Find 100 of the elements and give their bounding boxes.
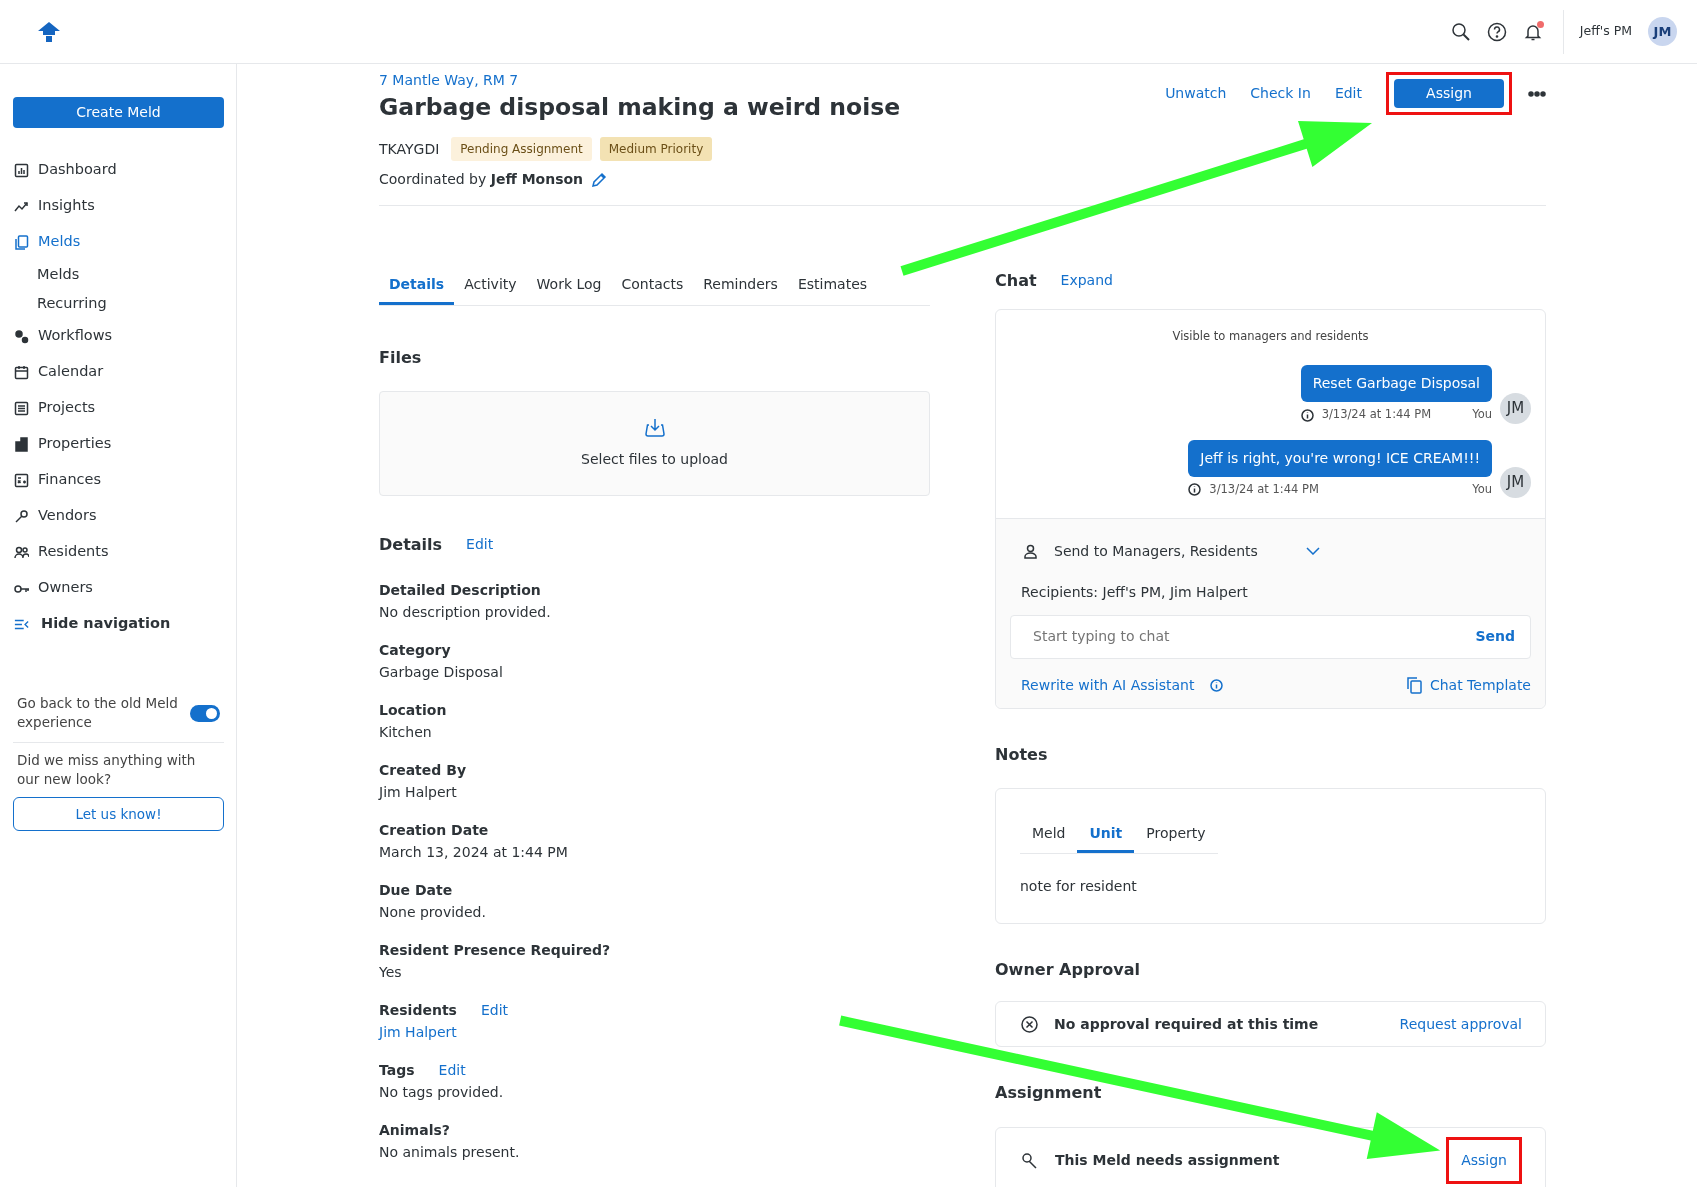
tab[interactable]: Unit (1077, 819, 1135, 854)
info-icon[interactable] (1188, 482, 1202, 496)
search-icon[interactable] (1450, 21, 1471, 42)
nav-icon (14, 162, 29, 178)
message-sender: You (1472, 406, 1492, 424)
info-icon[interactable] (1300, 408, 1314, 422)
nav-icon (14, 234, 29, 250)
expand-link[interactable]: Expand (1060, 270, 1113, 292)
recipient-dropdown[interactable]: Send to Managers, Residents (1010, 540, 1320, 562)
avatar: JM (1500, 466, 1531, 498)
feedback-button[interactable]: Let us know! (13, 797, 224, 831)
message-sender: You (1472, 480, 1492, 498)
upload-area[interactable]: Select files to upload (379, 391, 930, 497)
field-label: Tags (379, 1061, 415, 1081)
sidebar-item[interactable]: Vendors (13, 498, 224, 534)
tab[interactable]: Property (1134, 819, 1218, 854)
logo-icon[interactable] (38, 21, 60, 42)
avatar: JM (1648, 17, 1677, 46)
chat-input[interactable]: Start typing to chat Send (1010, 614, 1531, 659)
message-time: 3/13/24 at 1:44 PM (1209, 480, 1319, 498)
account-name: Jeff's PM (1579, 22, 1632, 41)
chat-message: Jeff is right, you're wrong! ICE CREAM!!! (1188, 439, 1492, 477)
message-time: 3/13/24 at 1:44 PM (1321, 406, 1432, 424)
edit-link[interactable]: Edit (480, 999, 509, 1021)
field-value: None provided. (379, 903, 487, 923)
nav-icon (14, 544, 29, 560)
chat-template-link[interactable]: Chat Template (1405, 674, 1531, 696)
send-button[interactable]: Send (1475, 626, 1515, 648)
nav-icon (14, 400, 29, 416)
sidebar-item[interactable]: Owners (13, 570, 224, 606)
tab[interactable]: Reminders (693, 268, 788, 306)
sidebar-item[interactable]: Insights (13, 188, 224, 224)
edit-link[interactable]: Edit (466, 534, 494, 556)
sidebar-subitem[interactable]: Melds (13, 260, 224, 289)
action-link[interactable]: Edit (1334, 83, 1362, 104)
upload-text: Select files to upload (581, 450, 728, 470)
tab[interactable]: Meld (1020, 819, 1078, 854)
field-label: Resident Presence Required? (379, 941, 611, 961)
sidebar-item[interactable]: Dashboard (13, 152, 224, 188)
field-value: Garbage Disposal (379, 663, 504, 683)
rewrite-ai-link[interactable]: Rewrite with AI Assistant (1021, 674, 1195, 696)
field-value: No tags provided. (379, 1083, 505, 1103)
field-label: Due Date (379, 881, 453, 901)
assign-link[interactable]: Assign (1461, 1150, 1507, 1171)
sidebar-item[interactable]: Projects (13, 390, 224, 426)
tab[interactable]: Activity (454, 268, 527, 306)
create-meld-button[interactable]: Create Meld (13, 97, 224, 128)
toggle-switch[interactable] (190, 704, 220, 722)
sidebar-item[interactable]: Residents (13, 534, 224, 570)
field-label: Location (379, 701, 447, 721)
sidebar-subitem[interactable]: Recurring (13, 289, 224, 318)
field-label: Creation Date (379, 821, 489, 841)
field-link[interactable]: Jim Halpert (379, 1021, 930, 1044)
person-icon (1023, 543, 1038, 559)
sidebar-item[interactable]: Melds (13, 224, 224, 260)
hide-navigation-link[interactable]: Hide navigation (13, 606, 224, 642)
sidebar-item[interactable]: Finances (13, 462, 224, 498)
sidebar-item[interactable]: Workflows (13, 318, 224, 354)
meld-title: Garbage disposal making a weird noise (379, 93, 901, 122)
assign-button[interactable]: Assign (1394, 79, 1504, 108)
nav-icon (14, 472, 29, 488)
nav-icon (14, 508, 29, 524)
status-tag: Pending Assignment (451, 137, 592, 162)
field-label: Category (379, 641, 451, 661)
field-label: Detailed Description (379, 581, 541, 601)
tab[interactable]: Work Log (526, 268, 612, 306)
approval-status: No approval required at this time (1054, 1014, 1319, 1034)
tab[interactable]: Details (379, 268, 455, 306)
field-value: Yes (379, 963, 403, 983)
section-heading: Notes (995, 744, 1049, 765)
chat-message: Reset Garbage Disposal (1300, 365, 1492, 403)
field-label: Created By (379, 761, 466, 781)
section-heading: Assignment (995, 1083, 1103, 1103)
address-link[interactable]: 7 Mantle Way, RM 7 (379, 70, 901, 91)
chevron-down-icon (1306, 547, 1320, 556)
nav-icon (14, 328, 29, 344)
action-link[interactable]: Check In (1250, 83, 1311, 104)
field-label: Residents (379, 1001, 457, 1021)
pencil-icon[interactable] (591, 171, 608, 188)
recipients-text: Recipients: Jeff's PM, Jim Halpert (1020, 582, 1249, 602)
meld-code: TKAYGDI (379, 139, 440, 159)
field-value: No animals present. (379, 1143, 521, 1163)
coordinator-text: Coordinated by Jeff Monson (379, 170, 584, 190)
sidebar-item[interactable]: Properties (13, 426, 224, 462)
field-label: Animals? (379, 1121, 450, 1141)
feedback-prompt: Did we miss anything with our new look? (16, 751, 197, 789)
status-tag: Medium Priority (599, 137, 713, 162)
account-menu[interactable]: Jeff's PM JM (1562, 9, 1681, 54)
section-heading: Details (379, 535, 443, 555)
tab[interactable]: Contacts (611, 268, 694, 306)
request-approval-link[interactable]: Request approval (1399, 1013, 1522, 1035)
more-icon[interactable] (1528, 90, 1546, 97)
field-value: No description provided. (379, 603, 552, 623)
field-value: March 13, 2024 at 1:44 PM (379, 843, 569, 863)
tab[interactable]: Estimates (787, 268, 878, 306)
help-icon[interactable] (1486, 21, 1507, 42)
action-link[interactable]: Unwatch (1165, 83, 1227, 104)
sidebar-item[interactable]: Calendar (13, 354, 224, 390)
note-text: note for resident (1020, 877, 1138, 897)
edit-link[interactable]: Edit (438, 1059, 466, 1081)
